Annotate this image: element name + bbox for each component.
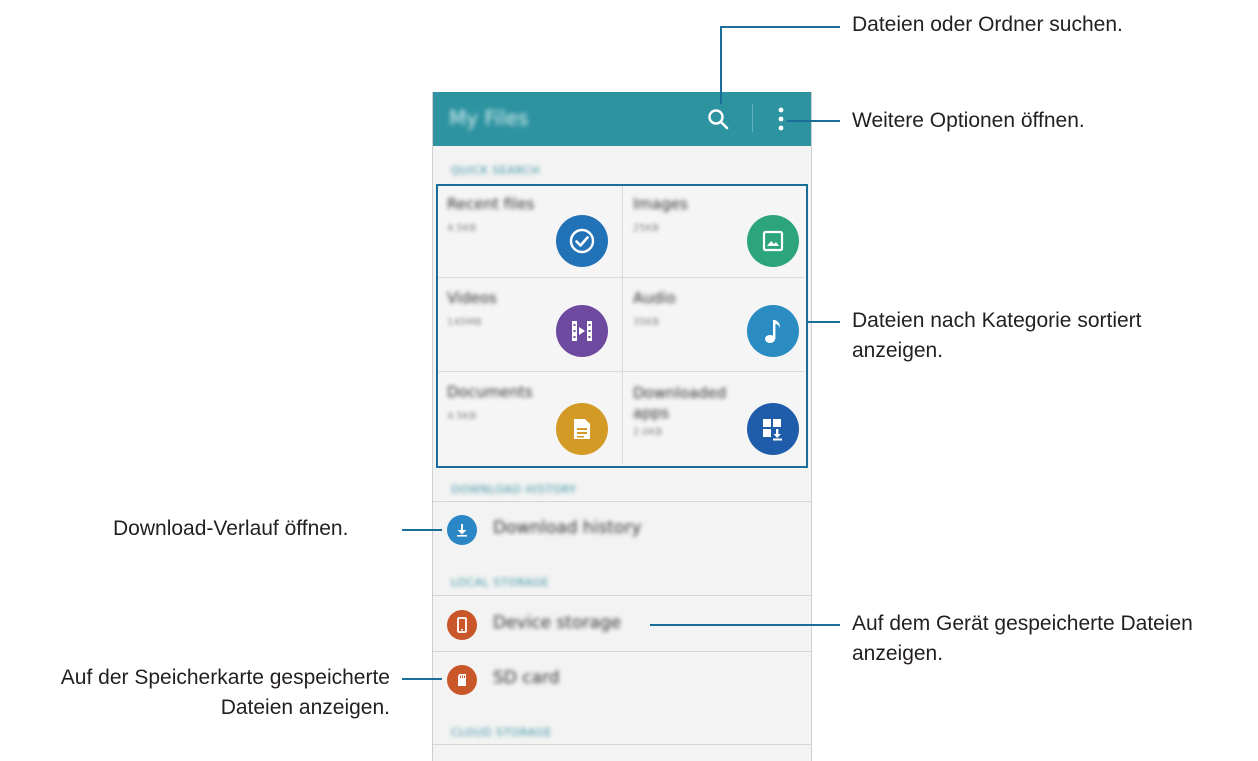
callout-line-categories xyxy=(806,321,840,323)
callout-categories: Dateien nach Kategorie sortiert anzeigen… xyxy=(852,306,1142,366)
callout-line-1: Auf dem Gerät gespeicherte Dateien xyxy=(852,612,1193,635)
callout-line-1: Auf der Speicherkarte gespeicherte xyxy=(60,666,390,689)
section-download-history: DOWNLOAD HISTORY xyxy=(451,483,577,496)
callout-sd-card: Auf der Speicherkarte gespeicherte Datei… xyxy=(8,663,390,723)
grid-divider xyxy=(438,277,804,278)
appbar-divider xyxy=(752,104,753,132)
list-item-label: SD card xyxy=(493,668,560,688)
callout-line-download-history xyxy=(402,529,442,531)
callout-line-2: anzeigen. xyxy=(852,339,944,362)
divider xyxy=(433,651,811,652)
callout-line-more xyxy=(787,120,840,122)
list-item-download-history[interactable]: Download history xyxy=(433,503,811,555)
callout-line-sd-card xyxy=(402,678,442,680)
list-item-label: Device storage xyxy=(493,613,622,633)
callout-line-2: Dateien anzeigen. xyxy=(220,696,390,719)
divider xyxy=(433,744,811,745)
section-local-storage: LOCAL STORAGE xyxy=(451,576,550,589)
callout-line-1: Dateien nach Kategorie sortiert xyxy=(852,309,1142,332)
callout-download-history: Download-Verlauf öffnen. xyxy=(113,517,349,540)
download-icon xyxy=(447,515,477,545)
divider xyxy=(433,595,811,596)
phone-icon xyxy=(447,610,477,640)
grid-divider xyxy=(622,186,623,464)
divider xyxy=(433,501,811,502)
sd-card-icon xyxy=(447,665,477,695)
list-item-sd-card[interactable]: SD card xyxy=(433,653,811,705)
callout-more-options: Weitere Optionen öffnen. xyxy=(852,109,1085,132)
callout-device-storage: Auf dem Gerät gespeicherte Dateien anzei… xyxy=(852,609,1193,669)
callout-line-device-storage xyxy=(650,624,840,626)
section-quick-search: QUICK SEARCH xyxy=(451,164,540,177)
callout-line-search xyxy=(720,26,722,104)
grid-divider xyxy=(438,371,804,372)
callout-search: Dateien oder Ordner suchen. xyxy=(852,13,1123,36)
app-bar: My Files xyxy=(433,92,811,146)
search-icon[interactable] xyxy=(701,102,735,136)
app-title: My Files xyxy=(449,106,529,130)
section-cloud-storage: CLOUD STORAGE xyxy=(451,726,552,739)
list-item-label: Download history xyxy=(493,518,642,538)
callout-line-2: anzeigen. xyxy=(852,642,944,665)
callout-line-search xyxy=(720,26,840,28)
more-options-icon[interactable] xyxy=(764,102,798,136)
